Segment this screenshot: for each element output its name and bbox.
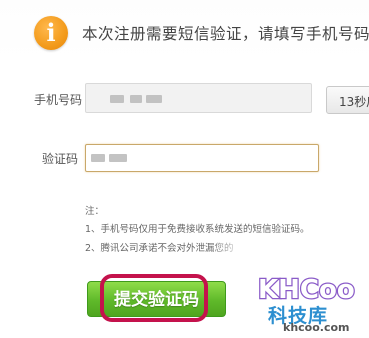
- phone-field[interactable]: [85, 83, 312, 113]
- fade-overlay: [208, 236, 268, 254]
- notice-text: 本次注册需要短信验证，请填写手机号码: [82, 25, 369, 43]
- info-icon: i: [34, 16, 68, 50]
- svg-text:KHCoo: KHCoo: [258, 275, 355, 304]
- masked-digits: [146, 95, 162, 103]
- masked-digits: [110, 95, 124, 103]
- watermark-logo: KHCoo: [256, 270, 356, 304]
- masked-code: [109, 154, 127, 162]
- watermark-domain: khcoo.com: [283, 321, 350, 334]
- notes-title: 注：: [85, 206, 105, 217]
- masked-digits: [130, 95, 142, 103]
- code-label: 验证码: [42, 152, 79, 166]
- note-item: 1、手机号码仅用于免费接收系统发送的短信验证码。: [85, 224, 310, 235]
- code-field[interactable]: [85, 144, 319, 172]
- notice-bar: i 本次注册需要短信验证，请填写手机号码: [0, 0, 369, 62]
- highlight-ring: [100, 274, 208, 322]
- info-icon-glyph: i: [46, 18, 56, 47]
- phone-label: 手机号码: [34, 93, 83, 107]
- masked-code: [91, 154, 105, 162]
- resend-code-button[interactable]: 13秒后: [326, 86, 369, 114]
